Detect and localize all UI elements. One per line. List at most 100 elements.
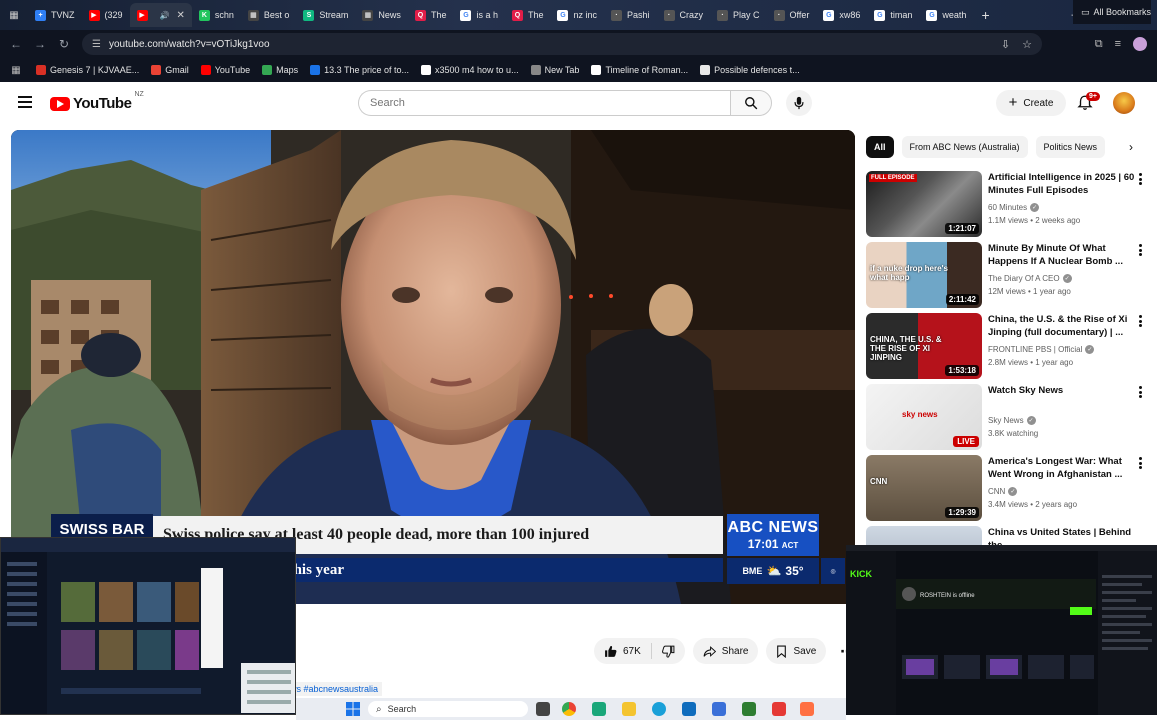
bookmark-star-icon[interactable]: ☆ [1022, 38, 1032, 51]
channel-name[interactable]: CNN ✓ [988, 487, 1018, 496]
browser-tab[interactable]: S Stream [296, 3, 355, 27]
tab-favicon-icon: Q [511, 9, 523, 21]
browser-tab[interactable]: Gis a h [453, 3, 505, 27]
back-icon[interactable]: ← [4, 37, 28, 51]
omnibox[interactable]: ☰ youtube.com/watch?v=vOTiJkg1voo ⇩ ☆ [82, 33, 1042, 55]
browser-tab[interactable]: Kschn [192, 3, 241, 27]
video-thumbnail[interactable]: sky news LIVE [866, 384, 982, 450]
recommended-video[interactable]: CNN 1:29:39 America's Longest War: What We… [866, 455, 1156, 521]
mail-taskbar-icon[interactable] [682, 702, 696, 716]
browser-tab[interactable]: Q The [505, 3, 551, 27]
menu-icon[interactable] [18, 96, 32, 108]
kebab-menu-icon[interactable] [1138, 457, 1142, 469]
copilot-taskbar-icon[interactable] [592, 702, 606, 716]
file-explorer-icon[interactable] [622, 702, 636, 716]
channel-name[interactable]: 60 Minutes ✓ [988, 203, 1040, 212]
reload-icon[interactable]: ↻ [52, 37, 76, 51]
volume-icon[interactable]: 🔊 [160, 11, 170, 20]
video-thumbnail[interactable]: if a nuke drop here's what happ 2:11:42 [866, 242, 982, 308]
bookmark-item[interactable]: New Tab [530, 65, 579, 75]
video-title[interactable]: China, the U.S. & the Rise of Xi Jinping… [988, 313, 1138, 339]
browser-tab[interactable]: ▶ (329 [82, 3, 130, 27]
browser-tab[interactable]: · Crazy [657, 3, 711, 27]
kebab-menu-icon[interactable] [1138, 173, 1142, 185]
bookmark-item[interactable]: 13.3 The price of to... [310, 65, 409, 75]
channel-name[interactable]: FRONTLINE PBS | Official ✓ [988, 345, 1095, 354]
browser-tab[interactable]: ▦ News [355, 3, 408, 27]
task-view-icon[interactable] [536, 702, 550, 716]
channel-name[interactable]: Sky News ✓ [988, 416, 1036, 425]
create-button[interactable]: + Create [996, 90, 1066, 116]
dislike-button[interactable] [652, 645, 685, 658]
chevron-right-icon[interactable]: › [1120, 136, 1142, 158]
bookmark-item[interactable]: Maps [262, 65, 298, 75]
browser-tab[interactable]: · Pashi [604, 3, 657, 27]
search-button[interactable] [730, 90, 772, 116]
kebab-menu-icon[interactable] [1138, 386, 1142, 398]
bookmark-item[interactable]: YouTube [200, 65, 250, 75]
like-button[interactable]: 67K [594, 643, 652, 659]
reading-list-icon[interactable]: ≡ [1115, 38, 1121, 50]
kebab-menu-icon[interactable] [1138, 244, 1142, 256]
video-thumbnail[interactable]: FULL EPISODE 1:21:07 [866, 171, 982, 237]
browser-tab[interactable]: Q The [408, 3, 454, 27]
new-tab-icon[interactable]: + [973, 7, 997, 23]
video-title[interactable]: Artificial Intelligence in 2025 | 60 Min… [988, 171, 1138, 197]
video-player[interactable]: SWISS BAR Swiss police say at least 40 p… [11, 130, 855, 604]
recommended-video[interactable]: FULL EPISODE 1:21:07 Artificial Intelligen… [866, 171, 1156, 237]
recommended-video[interactable]: CHINA, THE U.S. & THE RISE OF XI JINPING… [866, 313, 1156, 379]
bookmark-item[interactable]: Timeline of Roman... [591, 65, 688, 75]
overlay-window-right[interactable]: KICK ROSHTEIN is offline [846, 545, 1157, 715]
kebab-menu-icon[interactable] [1138, 315, 1142, 327]
profile-avatar[interactable] [1133, 37, 1147, 51]
filter-chip[interactable]: All [866, 136, 894, 158]
browser-tab[interactable]: ▦ Best o [241, 3, 297, 27]
bookmark-item[interactable]: x3500 m4 how to u... [421, 65, 519, 75]
browser-tab[interactable]: ▶ 🔊 ✕ [129, 3, 192, 27]
browser-tab[interactable]: Gxw86 [816, 3, 867, 27]
video-thumbnail[interactable]: CHINA, THE U.S. & THE RISE OF XI JINPING… [866, 313, 982, 379]
store-taskbar-icon[interactable] [712, 702, 726, 716]
bookmark-item[interactable]: Gmail [151, 65, 189, 75]
app2-taskbar-icon[interactable] [772, 702, 786, 716]
youtube-logo[interactable]: YouTube NZ [50, 91, 144, 112]
browser-tab[interactable]: + TVNZ [28, 3, 82, 27]
video-title[interactable]: Watch Sky News [988, 384, 1138, 397]
search-input[interactable] [358, 90, 730, 116]
close-tab-icon[interactable]: ✕ [176, 10, 184, 21]
install-app-icon[interactable]: ⇩ [1001, 38, 1010, 51]
filter-chip[interactable]: From ABC News (Australia) [901, 136, 1028, 158]
user-avatar[interactable] [1113, 92, 1135, 114]
share-button[interactable]: Share [692, 638, 759, 664]
recommended-video[interactable]: if a nuke drop here's what happ 2:11:42 Mi… [866, 242, 1156, 308]
voice-search-button[interactable] [786, 90, 812, 116]
browser-tab[interactable]: · Play C [710, 3, 767, 27]
browser-tab[interactable]: Gtiman [867, 3, 919, 27]
app3-taskbar-icon[interactable] [800, 702, 814, 716]
apps-icon[interactable]: ▦ [8, 65, 24, 76]
forward-icon[interactable]: → [28, 37, 52, 51]
bookmark-item[interactable]: Genesis 7 | KJVAAE... [36, 65, 139, 75]
edge-taskbar-icon[interactable] [652, 702, 666, 716]
extensions-icon[interactable]: ⧉ [1095, 38, 1103, 51]
filter-chip[interactable]: Politics News [1035, 136, 1106, 158]
bookmark-item[interactable]: Possible defences t... [700, 65, 800, 75]
site-info-icon[interactable]: ☰ [92, 39, 101, 50]
video-thumbnail[interactable]: CNN 1:29:39 [866, 455, 982, 521]
channel-name[interactable]: The Diary Of A CEO ✓ [988, 274, 1072, 283]
browser-tab[interactable]: Gnz inc [550, 3, 604, 27]
taskbar-search[interactable]: ⌕ Search [368, 701, 528, 717]
tab-search-icon[interactable]: ▦ [0, 10, 28, 21]
video-title[interactable]: America's Longest War: What Went Wrong i… [988, 455, 1138, 481]
chrome-taskbar-icon[interactable] [562, 702, 576, 716]
browser-tab[interactable]: · Offer [767, 3, 817, 27]
all-bookmarks-button[interactable]: ▭ All Bookmarks [1072, 0, 1151, 24]
description-hashtags[interactable]: ws #abcnewsaustralia [286, 682, 383, 696]
windows-start-icon[interactable] [346, 702, 360, 716]
video-title[interactable]: Minute By Minute Of What Happens If A Nu… [988, 242, 1138, 268]
overlay-window-left[interactable] [0, 537, 296, 715]
browser-tab[interactable]: Gweath [919, 3, 973, 27]
app-taskbar-icon[interactable] [742, 702, 756, 716]
save-button[interactable]: Save [766, 638, 827, 664]
recommended-video[interactable]: sky news LIVE Watch Sky News Sky News ✓ 3.8K … [866, 384, 1156, 450]
